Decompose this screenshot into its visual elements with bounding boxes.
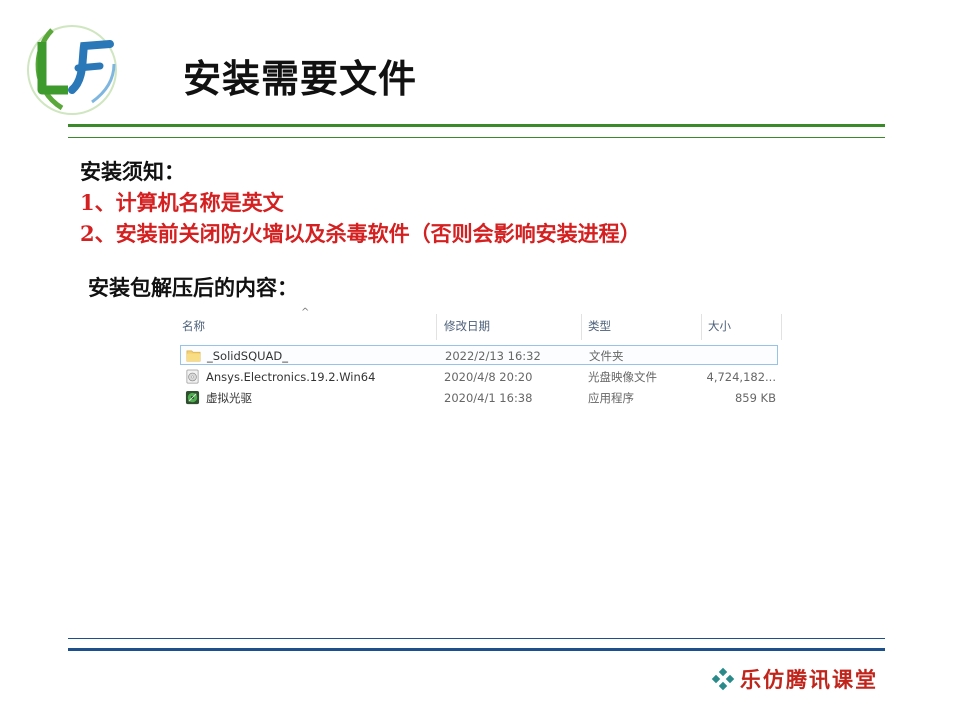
file-size: 859 KB (734, 391, 776, 405)
file-name: 虚拟光驱 (206, 391, 252, 405)
folder-icon (186, 350, 201, 362)
file-row[interactable]: 虚拟光驱 2020/4/1 16:38 应用程序 859 KB (180, 388, 778, 408)
file-explorer-list: ^ 名称 修改日期 类型 大小 _SolidSQUAD_ 2022/2/13 1… (178, 307, 784, 412)
lf-logo (27, 25, 117, 115)
file-row[interactable]: _SolidSQUAD_ 2022/2/13 16:32 文件夹 (180, 345, 778, 365)
note-item: 2、安装前关闭防火墙以及杀毒软件（否则会影响安装进程） (80, 221, 641, 246)
column-separator[interactable] (701, 314, 702, 340)
file-type: 应用程序 (588, 391, 634, 405)
slide-title: 安装需要文件 (183, 57, 418, 101)
top-divider-thick (68, 124, 885, 127)
column-separator[interactable] (581, 314, 582, 340)
top-divider-thin (68, 137, 885, 138)
bottom-divider-thick (68, 648, 885, 651)
note-item: 1、计算机名称是英文 (80, 190, 284, 215)
file-type: 光盘映像文件 (588, 370, 657, 384)
column-header-date[interactable]: 修改日期 (444, 312, 574, 340)
diamond-cluster-icon (711, 667, 735, 691)
bottom-divider-thin (68, 638, 885, 639)
column-header-size[interactable]: 大小 (708, 312, 778, 340)
file-type: 文件夹 (589, 349, 624, 363)
column-separator[interactable] (781, 314, 782, 340)
file-size: 4,724,182... (706, 370, 777, 384)
file-name: _SolidSQUAD_ (207, 349, 289, 363)
application-icon (185, 390, 200, 405)
file-row[interactable]: Ansys.Electronics.19.2.Win64 2020/4/8 20… (180, 367, 778, 387)
package-heading: 安装包解压后的内容： (88, 275, 298, 300)
footer-brand: 乐仿腾讯课堂 (711, 664, 878, 694)
file-date: 2020/4/8 20:20 (444, 370, 533, 384)
disc-image-icon (186, 369, 199, 384)
notes-heading: 安装须知： (80, 159, 185, 184)
file-date: 2020/4/1 16:38 (444, 391, 533, 405)
column-header-type[interactable]: 类型 (588, 312, 698, 340)
install-notes: 安装须知： 1、计算机名称是英文 2、安装前关闭防火墙以及杀毒软件（否则会影响安… (80, 156, 641, 249)
footer-text: 乐仿腾讯课堂 (740, 667, 878, 692)
file-name: Ansys.Electronics.19.2.Win64 (206, 370, 376, 384)
column-header-name[interactable]: 名称 (182, 312, 432, 340)
column-separator[interactable] (436, 314, 437, 340)
file-date: 2022/2/13 16:32 (445, 349, 541, 363)
